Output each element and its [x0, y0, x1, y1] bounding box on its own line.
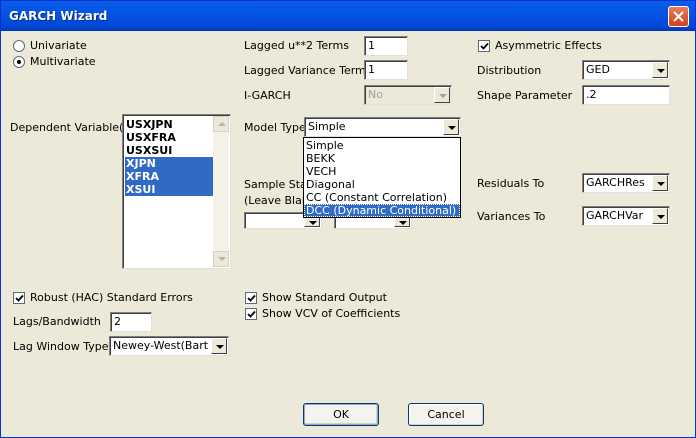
- igarch-label: I-GARCH: [244, 89, 291, 102]
- univariate-radio[interactable]: [13, 40, 25, 52]
- menu-item-cc[interactable]: CC (Constant Correlation): [304, 191, 460, 204]
- asymmetric-effects-checkbox[interactable]: [478, 40, 490, 52]
- lags-bandwidth-input[interactable]: 2: [110, 312, 152, 332]
- multivariate-radio[interactable]: [13, 56, 25, 68]
- distribution-label: Distribution: [477, 64, 542, 77]
- menu-item-vech[interactable]: VECH: [304, 165, 460, 178]
- list-item[interactable]: XSUI: [125, 183, 213, 196]
- shape-parameter-input[interactable]: .2: [582, 85, 670, 105]
- univariate-label: Univariate: [30, 39, 87, 52]
- checkmark-icon: [247, 310, 256, 318]
- show-standard-output-label: Show Standard Output: [262, 291, 387, 304]
- garch-wizard-window: GARCH Wizard Univariate Multivariate Dep…: [0, 0, 696, 438]
- variances-to-value: GARCHVar: [586, 209, 644, 222]
- model-type-value: Simple: [308, 120, 346, 133]
- show-vcv-label: Show VCV of Coefficients: [262, 307, 401, 320]
- scroll-down-icon[interactable]: [213, 251, 229, 267]
- chevron-down-icon[interactable]: [211, 338, 227, 354]
- residuals-to-value: GARCHRes: [586, 176, 645, 189]
- variances-to-label: Variances To: [477, 210, 546, 223]
- chevron-down-icon[interactable]: [652, 208, 668, 224]
- menu-item-diagonal[interactable]: Diagonal: [304, 178, 460, 191]
- residuals-to-label: Residuals To: [477, 177, 545, 190]
- igarch-value: No: [368, 88, 383, 101]
- menu-item-bekk[interactable]: BEKK: [304, 152, 460, 165]
- listbox-scrollbar[interactable]: [213, 116, 229, 267]
- igarch-select[interactable]: No: [364, 85, 452, 105]
- close-button[interactable]: [668, 6, 689, 27]
- list-item[interactable]: XFRA: [125, 170, 213, 183]
- lagged-u2-input[interactable]: 1: [364, 36, 408, 56]
- list-item[interactable]: XJPN: [125, 157, 213, 170]
- lag-window-type-label: Lag Window Type: [13, 340, 109, 353]
- cancel-button[interactable]: Cancel: [408, 403, 484, 426]
- model-type-dropdown-list[interactable]: Simple BEKK VECH Diagonal CC (Constant C…: [303, 137, 461, 218]
- show-standard-output-checkbox[interactable]: [245, 292, 257, 304]
- checkmark-icon: [480, 42, 489, 50]
- robust-hac-checkbox[interactable]: [13, 292, 25, 304]
- model-type-label: Model Type: [244, 121, 306, 134]
- window-title: GARCH Wizard: [9, 9, 108, 23]
- chevron-down-icon[interactable]: [652, 175, 668, 191]
- model-type-select[interactable]: Simple: [304, 117, 461, 137]
- ok-button[interactable]: OK: [303, 403, 379, 426]
- lags-bandwidth-label: Lags/Bandwidth: [13, 315, 101, 328]
- lagged-variance-label: Lagged Variance Terms: [244, 64, 372, 77]
- lag-window-type-select[interactable]: Newey-West(Bartlett): [109, 336, 229, 356]
- asymmetric-effects-label: Asymmetric Effects: [495, 39, 602, 52]
- chevron-down-icon[interactable]: [443, 119, 459, 135]
- title-bar[interactable]: GARCH Wizard: [1, 1, 695, 31]
- chevron-down-icon[interactable]: [652, 62, 668, 78]
- list-item[interactable]: USXSUI: [125, 144, 213, 157]
- robust-hac-label: Robust (HAC) Standard Errors: [30, 291, 193, 304]
- show-vcv-checkbox[interactable]: [245, 308, 257, 320]
- residuals-to-select[interactable]: GARCHRes: [582, 173, 670, 193]
- checkmark-icon: [247, 294, 256, 302]
- lagged-variance-input[interactable]: 1: [364, 60, 408, 80]
- lag-window-type-value: Newey-West(Bartlett): [113, 339, 209, 352]
- distribution-select[interactable]: GED: [582, 60, 670, 80]
- menu-item-simple[interactable]: Simple: [304, 139, 460, 152]
- chevron-down-icon[interactable]: [434, 87, 450, 103]
- shape-parameter-label: Shape Parameter: [477, 89, 573, 102]
- lagged-u2-label: Lagged u**2 Terms: [244, 39, 349, 52]
- dependent-variables-label: Dependent Variable(s): [10, 121, 134, 134]
- list-item[interactable]: USXFRA: [125, 131, 213, 144]
- variances-to-select[interactable]: GARCHVar: [582, 206, 670, 226]
- distribution-value: GED: [586, 63, 610, 76]
- multivariate-label: Multivariate: [30, 55, 96, 68]
- scroll-up-icon[interactable]: [213, 116, 229, 132]
- menu-item-dcc[interactable]: DCC (Dynamic Conditional): [304, 204, 460, 217]
- list-item[interactable]: USXJPN: [125, 118, 213, 131]
- dependent-variables-listbox[interactable]: USXJPN USXFRA USXSUI XJPN XFRA XSUI: [122, 114, 231, 269]
- checkmark-icon: [15, 294, 24, 302]
